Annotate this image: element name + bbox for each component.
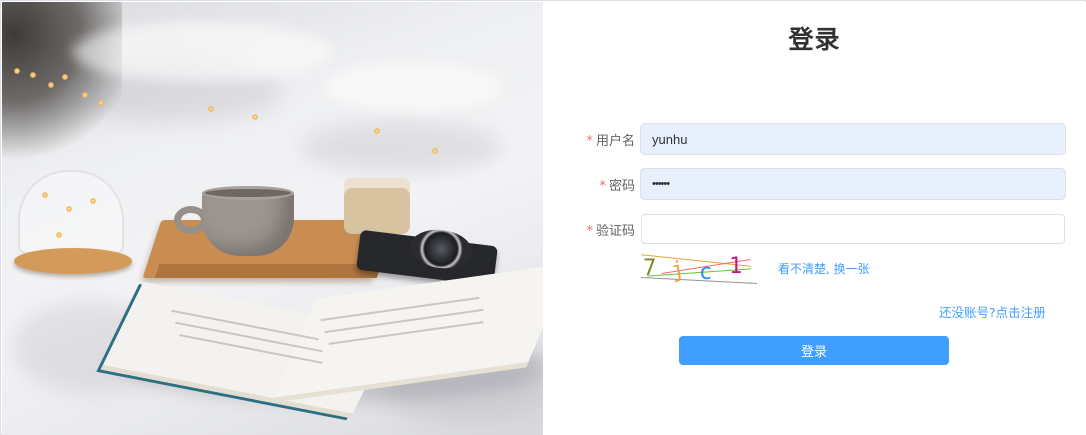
fairy-light: [252, 114, 258, 120]
fairy-light: [14, 68, 20, 74]
fairy-light: [66, 206, 72, 212]
coffee-cup-rim: [202, 186, 294, 200]
captcha-input[interactable]: [641, 214, 1065, 244]
wooden-tray-edge: [154, 264, 382, 278]
password-label: * 密码: [543, 175, 635, 194]
fairy-light: [56, 232, 62, 238]
glass-jar: [18, 170, 124, 254]
register-link[interactable]: 还没账号?点击注册: [939, 302, 1046, 321]
login-window: 登录 *用户名 *密码 •••••• *验证码 7 j c 1 看不清楚, 换一…: [0, 0, 1086, 435]
wooden-coaster: [14, 248, 132, 274]
required-star: *: [599, 179, 606, 194]
required-star: *: [586, 134, 593, 149]
fairy-light: [208, 106, 214, 112]
username-input[interactable]: [641, 124, 1065, 154]
captcha-char: c: [699, 260, 713, 285]
login-button[interactable]: 登录: [679, 336, 949, 365]
fairy-light: [98, 100, 104, 106]
fairy-light: [90, 198, 96, 204]
captcha-label: * 验证码: [543, 220, 635, 239]
captcha-refresh-link[interactable]: 看不清楚, 换一张: [778, 260, 870, 277]
password-label-text: 密码: [608, 179, 635, 194]
password-input[interactable]: ••••••: [641, 169, 1065, 199]
captcha-image[interactable]: 7 j c 1: [641, 252, 757, 288]
captcha-char: 7: [643, 256, 657, 281]
candle-jar: [344, 178, 410, 234]
fairy-light: [374, 128, 380, 134]
fairy-light: [30, 72, 36, 78]
captcha-char: j: [668, 257, 687, 284]
required-star: *: [586, 224, 593, 239]
fairy-light: [42, 192, 48, 198]
login-panel: 登录 *用户名 *密码 •••••• *验证码 7 j c 1 看不清楚, 换一…: [543, 2, 1086, 435]
background-photo: [2, 2, 543, 435]
captcha-char: 1: [729, 254, 743, 279]
photo-highlight: [322, 62, 502, 112]
username-label-text: 用户名: [595, 134, 635, 149]
username-label: * 用户名: [543, 130, 635, 149]
photo-fold: [302, 122, 502, 172]
page-title: 登录: [788, 25, 841, 54]
fairy-light: [432, 148, 438, 154]
fairy-light: [82, 92, 88, 98]
fairy-light: [62, 74, 68, 80]
fairy-light: [48, 82, 54, 88]
captcha-label-text: 验证码: [595, 224, 635, 239]
photo-highlight: [72, 22, 332, 82]
